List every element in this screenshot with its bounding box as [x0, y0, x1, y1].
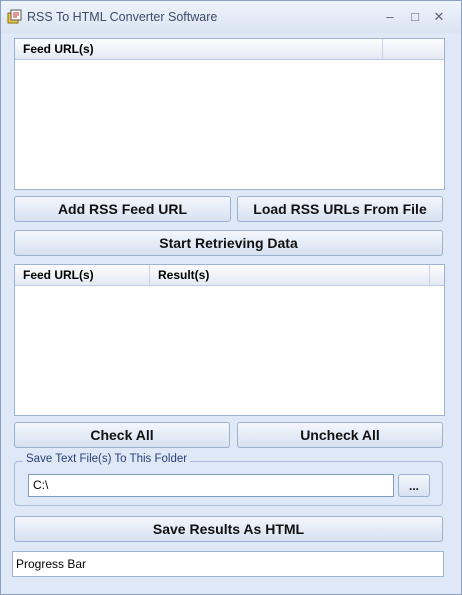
start-retrieving-data-button[interactable]: Start Retrieving Data [14, 230, 443, 256]
feed-list-header: Feed URL(s) [15, 39, 444, 60]
minimize-icon[interactable]: – [381, 9, 399, 25]
progress-bar: Progress Bar [12, 551, 444, 577]
app-icon [7, 9, 23, 25]
load-rss-urls-from-file-button[interactable]: Load RSS URLs From File [237, 196, 443, 222]
feed-url-list[interactable]: Feed URL(s) [14, 38, 445, 190]
save-folder-label: Save Text File(s) To This Folder [23, 453, 191, 465]
close-icon[interactable]: ✕ [430, 9, 448, 25]
check-all-button[interactable]: Check All [14, 422, 230, 448]
save-results-as-html-button[interactable]: Save Results As HTML [14, 516, 443, 542]
save-folder-path-input[interactable]: C:\ [28, 474, 394, 497]
column-header-results[interactable]: Result(s) [150, 265, 430, 285]
column-header-feed-url[interactable]: Feed URL(s) [15, 39, 383, 59]
window-title: RSS To HTML Converter Software [27, 10, 218, 24]
results-list-header: Feed URL(s) Result(s) [15, 265, 444, 286]
results-list[interactable]: Feed URL(s) Result(s) [14, 264, 445, 416]
app-window: RSS To HTML Converter Software – □ ✕ Fee… [0, 0, 462, 595]
maximize-icon[interactable]: □ [406, 9, 424, 25]
add-rss-feed-url-button[interactable]: Add RSS Feed URL [14, 196, 231, 222]
browse-folder-button[interactable]: ... [398, 474, 430, 497]
uncheck-all-button[interactable]: Uncheck All [237, 422, 443, 448]
column-header-empty[interactable] [383, 39, 444, 59]
column-header-feed-urls[interactable]: Feed URL(s) [15, 265, 150, 285]
title-bar[interactable]: RSS To HTML Converter Software – □ ✕ [1, 1, 461, 33]
save-folder-group: Save Text File(s) To This Folder C:\ ... [14, 453, 443, 506]
